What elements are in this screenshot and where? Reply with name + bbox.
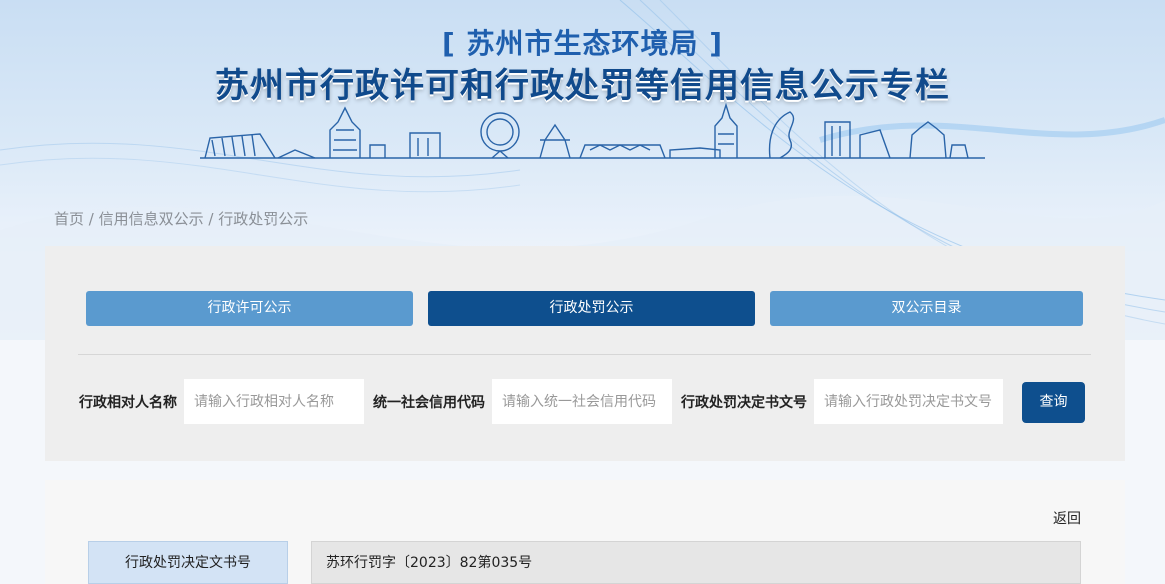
breadcrumb-home[interactable]: 首页: [54, 210, 84, 228]
detail-row-value: 苏环行罚字〔2023〕82第035号: [311, 541, 1081, 584]
city-skyline-icon: [200, 102, 985, 159]
tab-administrative-license[interactable]: 行政许可公示: [86, 291, 413, 326]
decision-doc-number-label: 行政处罚决定书文号: [681, 395, 807, 411]
breadcrumb: 首页 / 信用信息双公示 / 行政处罚公示: [54, 208, 308, 229]
counterpart-name-label: 行政相对人名称: [79, 395, 177, 411]
decision-doc-number-input[interactable]: [814, 379, 1003, 424]
query-button[interactable]: 查询: [1022, 382, 1085, 423]
counterpart-name-input[interactable]: [184, 379, 364, 424]
detail-row-label: 行政处罚决定文书号: [88, 541, 288, 584]
tab-administrative-penalty[interactable]: 行政处罚公示: [428, 291, 755, 326]
panel-divider: [78, 354, 1091, 355]
search-panel: 行政许可公示 行政处罚公示 双公示目录 行政相对人名称 统一社会信用代码 行政处…: [45, 246, 1125, 461]
tab-dual-disclosure-catalog[interactable]: 双公示目录: [770, 291, 1083, 326]
breadcrumb-separator: /: [84, 210, 99, 228]
back-link[interactable]: 返回: [1053, 508, 1081, 528]
credit-code-label: 统一社会信用代码: [373, 395, 485, 411]
breadcrumb-credit-info[interactable]: 信用信息双公示: [99, 210, 204, 228]
breadcrumb-separator: /: [203, 210, 219, 228]
org-title: [ 苏州市生态环境局 ]: [441, 27, 724, 60]
credit-code-input[interactable]: [492, 379, 672, 424]
detail-section: 返回 行政处罚决定文书号 苏环行罚字〔2023〕82第035号: [45, 480, 1125, 584]
breadcrumb-current: 行政处罚公示: [218, 210, 309, 228]
